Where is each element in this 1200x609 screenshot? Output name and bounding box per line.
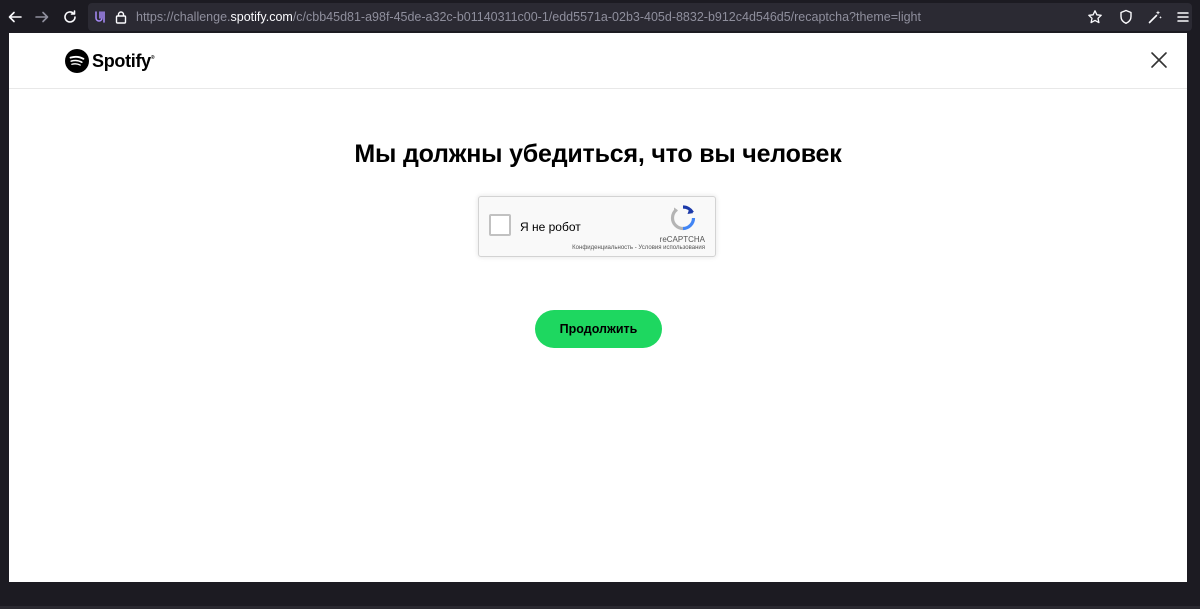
recaptcha-brand: reCAPTCHA bbox=[659, 235, 705, 244]
magic-wand-icon bbox=[1148, 10, 1162, 24]
url-bar[interactable]: https://challenge.spotify.com/c/cbb45d81… bbox=[88, 3, 1192, 31]
close-icon bbox=[1151, 52, 1167, 68]
logo-wordmark: Spotify bbox=[92, 50, 151, 71]
recaptcha-links: Конфиденциальность - Условия использован… bbox=[572, 245, 705, 251]
bookmark-star-icon[interactable] bbox=[1086, 8, 1104, 26]
tracking-protection-icon[interactable] bbox=[91, 8, 109, 26]
back-button[interactable] bbox=[2, 4, 28, 30]
url-path: /c/cbb45d81-a98f-45de-a32c-b01140311c00-… bbox=[292, 10, 921, 24]
back-arrow-icon bbox=[8, 11, 22, 23]
shield-button[interactable] bbox=[1113, 4, 1139, 30]
forward-button[interactable] bbox=[29, 4, 55, 30]
terms-link[interactable]: Условия использования bbox=[638, 245, 705, 251]
close-button[interactable] bbox=[1149, 50, 1169, 70]
reload-button[interactable] bbox=[57, 4, 83, 30]
lock-icon[interactable] bbox=[112, 8, 130, 26]
spotify-logo[interactable]: Spotify® bbox=[65, 48, 155, 74]
url-host: spotify.com bbox=[230, 10, 293, 24]
logo-registered-mark: ® bbox=[150, 54, 155, 61]
hamburger-menu-icon bbox=[1177, 12, 1189, 22]
privacy-link[interactable]: Конфиденциальность bbox=[572, 245, 633, 251]
extensions-button[interactable] bbox=[1142, 4, 1168, 30]
menu-button[interactable] bbox=[1170, 4, 1196, 30]
reload-icon bbox=[64, 10, 76, 23]
recaptcha-logo-icon bbox=[670, 205, 696, 231]
url-prefix: https://challenge. bbox=[136, 10, 231, 24]
spotify-logo-text: Spotify® bbox=[92, 50, 155, 72]
page-title: Мы должны убедиться, что вы человек bbox=[354, 140, 842, 168]
shield-icon bbox=[1120, 9, 1132, 24]
recaptcha-checkbox[interactable] bbox=[489, 214, 511, 236]
spotify-logo-icon bbox=[65, 49, 89, 73]
page-content: Spotify® Мы должны убедиться, что вы чел… bbox=[9, 33, 1187, 582]
url-text[interactable]: https://challenge.spotify.com/c/cbb45d81… bbox=[136, 3, 921, 31]
browser-toolbar: https://challenge.spotify.com/c/cbb45d81… bbox=[0, 0, 1200, 33]
continue-button[interactable]: Продолжить bbox=[535, 310, 662, 348]
page-header: Spotify® bbox=[9, 33, 1187, 89]
forward-arrow-icon bbox=[35, 11, 49, 23]
recaptcha-label: Я не робот bbox=[520, 220, 581, 234]
recaptcha-widget: Я не робот reCAPTCHA Конфиденциальность … bbox=[478, 196, 716, 257]
